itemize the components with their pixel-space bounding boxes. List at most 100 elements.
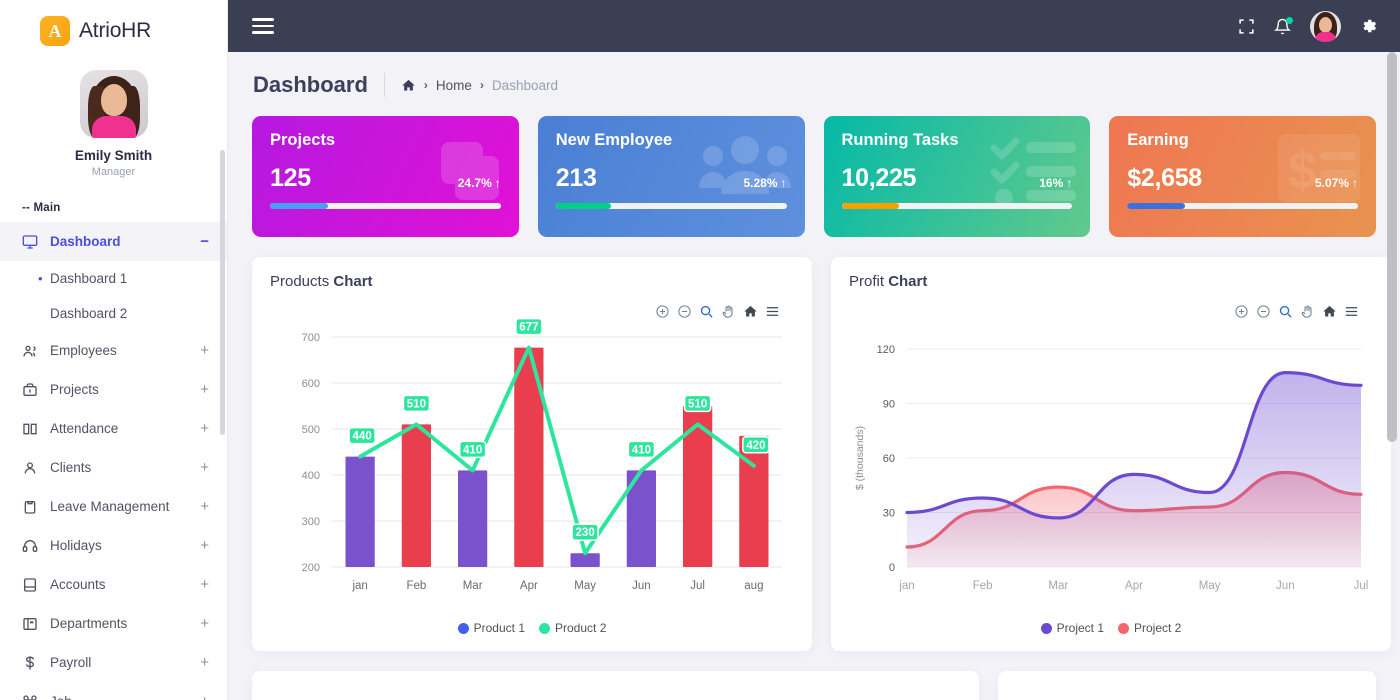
legend-item-project-1[interactable]: Project 1: [1040, 621, 1104, 635]
stat-value: 213: [555, 164, 597, 192]
fullscreen-icon[interactable]: [1238, 18, 1255, 35]
profit-chart-legend: Project 1 Project 2: [849, 621, 1373, 641]
expander-icon[interactable]: +: [200, 616, 209, 631]
sidebar-nav: -- Main Dashboard − • Dashboard 1 Dashbo…: [0, 196, 227, 700]
expander-icon[interactable]: +: [200, 499, 209, 514]
page-content: Dashboard › Home › Dashboard Projects 12…: [228, 52, 1400, 700]
selection-zoom-icon[interactable]: [699, 304, 714, 319]
stat-card-running-tasks[interactable]: Running Tasks 10,225 16% ↑: [823, 116, 1091, 237]
page-header: Dashboard › Home › Dashboard: [252, 52, 1376, 116]
pan-icon[interactable]: [721, 304, 736, 319]
svg-text:Feb: Feb: [973, 580, 993, 592]
expander-icon[interactable]: +: [200, 460, 209, 475]
breadcrumb-home[interactable]: Home: [436, 78, 472, 93]
gear-icon[interactable]: [1360, 17, 1378, 35]
stat-card-new-employee[interactable]: New Employee 213 5.28% ↑: [537, 116, 805, 237]
sidebar-subitem-dashboard-2[interactable]: Dashboard 2: [0, 296, 227, 331]
svg-text:Jun: Jun: [1276, 580, 1295, 592]
sidebar-subitem-dashboard-1[interactable]: • Dashboard 1: [0, 261, 227, 296]
sidebar-item-departments[interactable]: Departments +: [0, 604, 227, 643]
sidebar-scrollbar[interactable]: [220, 150, 225, 435]
home-icon[interactable]: [401, 78, 416, 93]
legend-item-product-1[interactable]: Product 1: [457, 621, 525, 635]
stat-change-value: 16%: [1039, 176, 1064, 190]
topbar-actions: [1238, 10, 1378, 42]
sidebar-item-label: Clients: [50, 460, 92, 475]
sidebar-item-attendance[interactable]: Attendance +: [0, 409, 227, 448]
arrow-up-icon: ↑: [494, 176, 501, 190]
reset-home-icon[interactable]: [1322, 304, 1337, 319]
selection-zoom-icon[interactable]: [1278, 304, 1293, 319]
sidebar-item-dashboard[interactable]: Dashboard −: [0, 222, 227, 261]
zoom-out-icon[interactable]: [677, 304, 692, 319]
expander-icon[interactable]: +: [200, 382, 209, 397]
hamburger-icon[interactable]: [252, 14, 274, 38]
sidebar-item-projects[interactable]: Projects +: [0, 370, 227, 409]
stat-title: Earning: [1127, 131, 1189, 149]
monitor-icon: [22, 234, 44, 250]
sidebar-item-payroll[interactable]: Payroll +: [0, 643, 227, 682]
zoom-out-icon[interactable]: [1256, 304, 1271, 319]
stat-card-earning[interactable]: $ Earning $2,658 5.07% ↑: [1109, 116, 1376, 237]
profit-chart: 120 90 60 30 0 $ (thousands) jan Feb Mar Apr May Ju…: [849, 319, 1373, 614]
sidebar-item-employees[interactable]: Employees +: [0, 331, 227, 370]
sidebar-item-label: Payroll: [50, 655, 92, 670]
sidebar-item-leave-management[interactable]: Leave Management +: [0, 487, 227, 526]
expander-icon[interactable]: +: [200, 538, 209, 553]
sidebar-subitem-label: Dashboard 2: [50, 306, 128, 321]
sidebar-item-holidays[interactable]: Holidays +: [0, 526, 227, 565]
stat-change-value: 5.28%: [743, 176, 778, 190]
bottom-card-right[interactable]: [998, 671, 1376, 700]
progress-track: [841, 203, 1073, 209]
expander-icon[interactable]: +: [200, 343, 209, 358]
svg-text:440: 440: [353, 431, 372, 443]
expander-icon[interactable]: −: [200, 234, 209, 249]
sidebar-item-job[interactable]: Job +: [0, 682, 227, 700]
menu-icon[interactable]: [1344, 304, 1359, 319]
avatar[interactable]: [1310, 10, 1341, 42]
stat-title: Running Tasks: [841, 131, 959, 149]
sidebar-item-label: Employees: [50, 343, 117, 358]
legend-item-product-2[interactable]: Product 2: [539, 621, 606, 635]
legend-swatch: [1040, 622, 1052, 634]
clipboard-icon: [22, 499, 44, 515]
expander-icon[interactable]: +: [200, 421, 209, 436]
stat-title: New Employee: [555, 131, 673, 149]
stat-change: 16% ↑: [1039, 176, 1072, 193]
svg-text:90: 90: [883, 399, 895, 411]
pan-icon[interactable]: [1300, 304, 1315, 319]
card-title-bold: Chart: [888, 273, 928, 290]
profit-chart-svg: 120 90 60 30 0 $ (thousands) jan Feb Mar Apr May Ju…: [854, 344, 1368, 592]
page-scrollbar[interactable]: [1387, 52, 1397, 442]
brand[interactable]: A AtrioHR: [0, 0, 227, 60]
expander-icon[interactable]: +: [200, 655, 209, 670]
expander-icon[interactable]: +: [200, 694, 209, 700]
sidebar-item-clients[interactable]: Clients +: [0, 448, 227, 487]
stat-change: 24.7% ↑: [458, 176, 501, 193]
bottom-card-left[interactable]: [252, 671, 979, 700]
zoom-in-icon[interactable]: [655, 304, 670, 319]
book-icon: [22, 421, 44, 437]
sidebar-item-accounts[interactable]: Accounts +: [0, 565, 227, 604]
zoom-in-icon[interactable]: [1234, 304, 1249, 319]
sidebar-item-label: Job: [50, 694, 200, 700]
svg-text:Feb: Feb: [406, 580, 426, 592]
progress-track: [555, 203, 787, 209]
breadcrumb-current: Dashboard: [491, 77, 558, 93]
svg-text:677: 677: [519, 322, 538, 334]
sidebar: A AtrioHR Emily Smith Manager -- Main Da…: [0, 0, 228, 700]
bottom-cards-row: [252, 671, 1376, 700]
breadcrumb-separator: ›: [479, 78, 484, 92]
menu-icon[interactable]: [765, 304, 780, 319]
kanban-icon: [22, 616, 44, 632]
command-icon: [22, 694, 44, 700]
profile-name: Emily Smith: [74, 148, 153, 163]
bell-icon[interactable]: [1274, 16, 1293, 35]
stat-card-projects[interactable]: Projects 125 24.7% ↑: [252, 116, 519, 237]
svg-text:Mar: Mar: [1048, 580, 1068, 592]
reset-home-icon[interactable]: [743, 304, 758, 319]
expander-icon[interactable]: +: [200, 577, 209, 592]
legend-item-project-2[interactable]: Project 2: [1118, 621, 1181, 635]
app-root: A AtrioHR Emily Smith Manager -- Main Da…: [0, 0, 1400, 700]
legend-label: Project 2: [1134, 621, 1182, 635]
